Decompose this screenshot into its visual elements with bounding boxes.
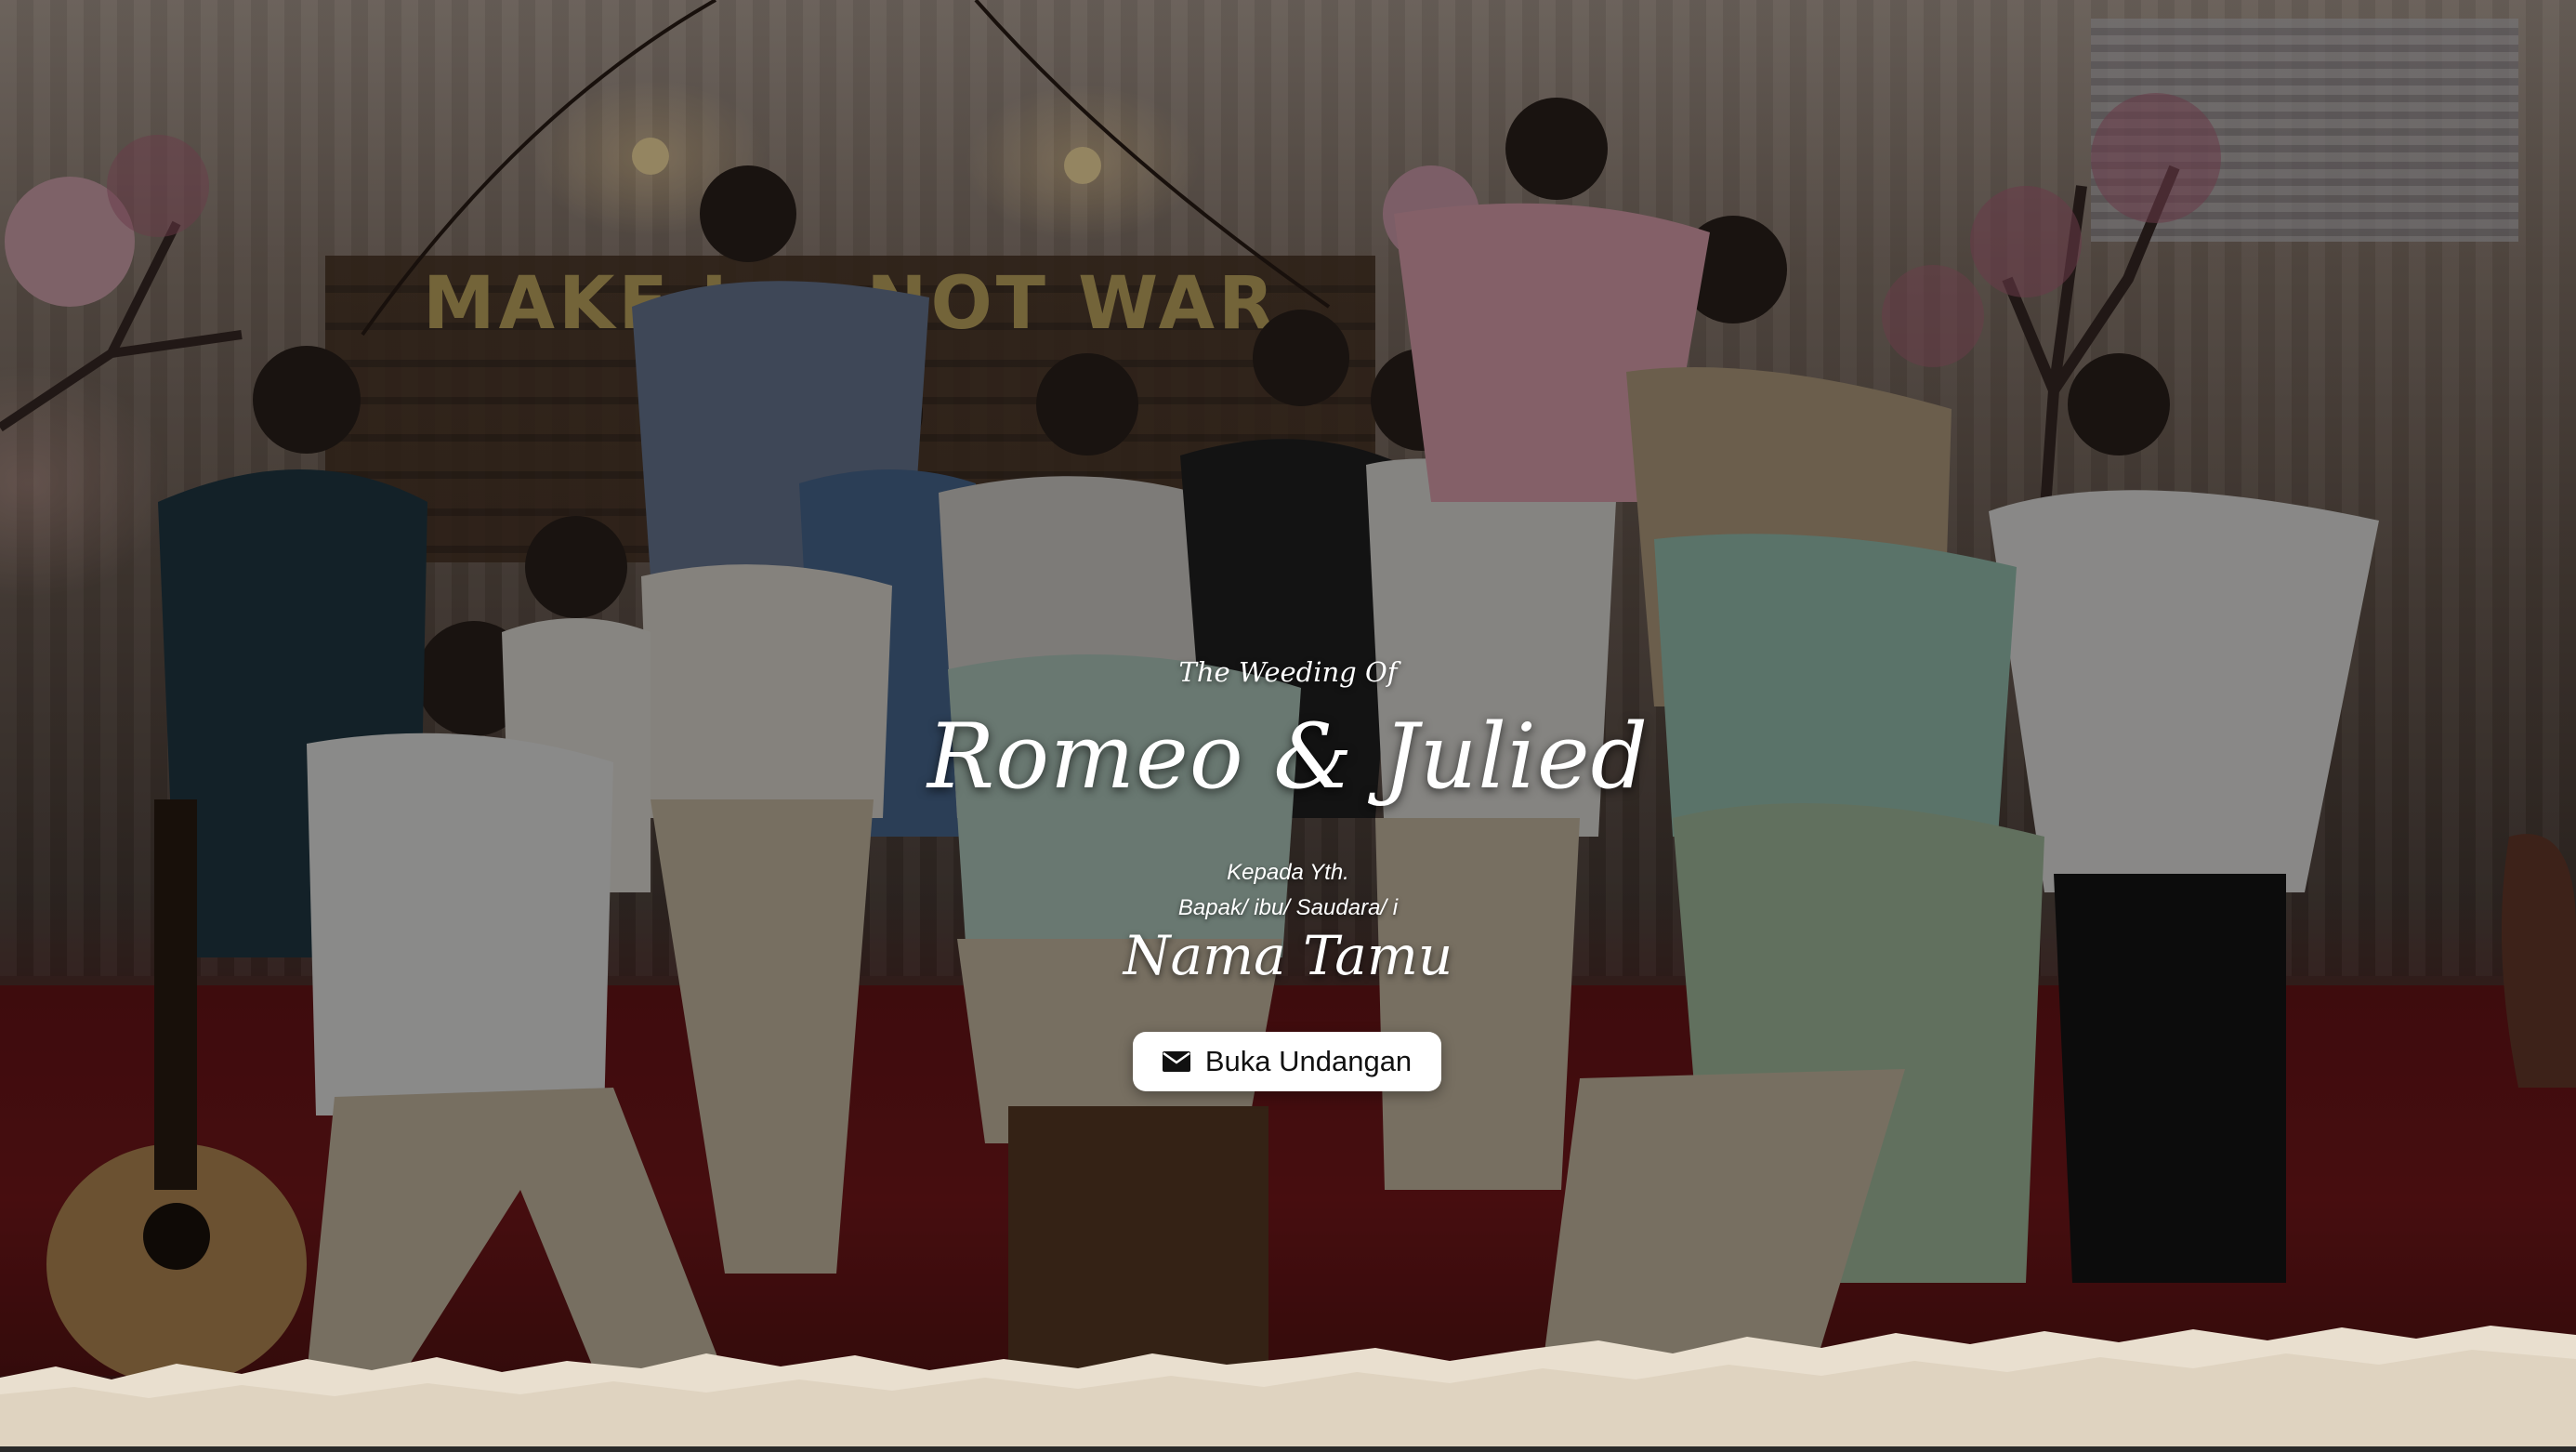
invitation-cover: MAKE L NOT WAR [0, 0, 2576, 1452]
recipient-label: Kepada Yth. [1227, 860, 1349, 885]
cover-content: The Weeding Of Romeo & Julied Kepada Yth… [0, 0, 2576, 1452]
open-invitation-label: Buka Undangan [1204, 1045, 1413, 1077]
guest-name: Nama Tamu [1123, 924, 1453, 987]
cover-subtitle: The Weeding Of [1178, 656, 1398, 688]
couple-names: Romeo & Julied [927, 705, 1649, 809]
recipient-salutation: Bapak/ ibu/ Saudara/ i [1177, 895, 1399, 920]
open-invitation-button[interactable]: Buka Undangan [1133, 1032, 1441, 1091]
envelope-icon [1162, 1051, 1190, 1072]
